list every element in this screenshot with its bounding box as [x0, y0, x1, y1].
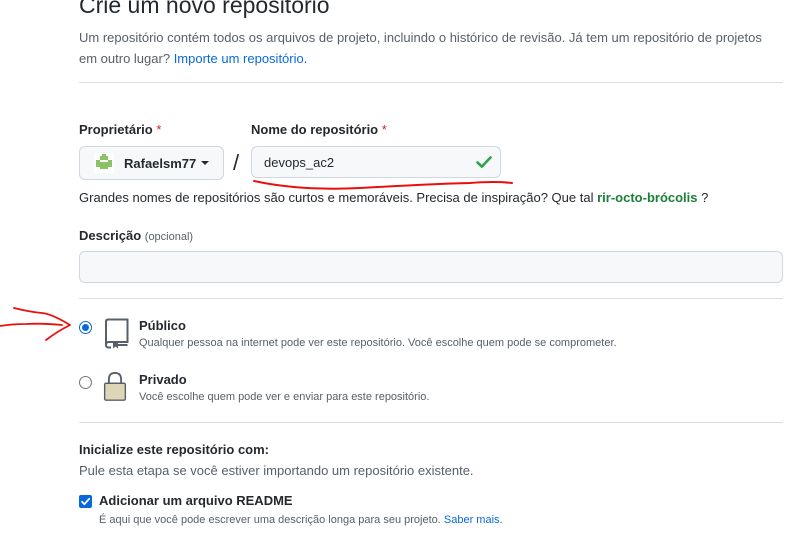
readme-description-text: É aqui que você pode escrever uma descri… [99, 514, 441, 526]
optional-tag: (opcional) [144, 231, 194, 243]
public-radio[interactable] [79, 321, 92, 334]
required-mark: * [381, 122, 387, 137]
initialize-description: Pule esta etapa se você estiver importan… [79, 463, 474, 478]
initialize-title: Inicialize este repositório com: [79, 442, 269, 457]
repo-icon [104, 318, 129, 349]
public-title: Público [139, 318, 186, 333]
red-underline-annotation [253, 180, 513, 190]
page-subtitle: Um repositório contém todos os arquivos … [79, 27, 779, 69]
checkmark-icon [81, 497, 91, 506]
red-arrow-annotation [0, 307, 71, 341]
divider [79, 422, 783, 423]
private-description: Você escolhe quem pode ver e enviar para… [139, 391, 430, 403]
owner-label-text: Proprietário [79, 122, 153, 137]
private-title: Privado [139, 372, 187, 387]
import-repository-link[interactable]: Importe um repositório. [174, 51, 308, 66]
name-suggestion[interactable]: rir-octo-brócolis [597, 190, 697, 205]
readme-label: Adicionar um arquivo README [99, 493, 293, 508]
repo-name-label-text: Nome do repositório [251, 122, 379, 137]
description-label-text: Descrição [79, 228, 142, 243]
required-mark: * [156, 122, 162, 137]
learn-more-link[interactable]: Saber mais. [444, 514, 503, 526]
owner-dropdown[interactable]: Rafaelsm77 [79, 146, 224, 180]
private-radio[interactable] [79, 376, 92, 389]
check-icon [476, 156, 492, 168]
description-label: Descrição (opcional) [79, 228, 193, 243]
hint-suffix: ? [701, 190, 709, 205]
owner-label: Proprietário * [79, 122, 161, 137]
lock-icon [103, 371, 127, 401]
repo-name-input[interactable] [251, 146, 501, 178]
description-input[interactable] [79, 251, 783, 283]
owner-repo-separator: / [233, 150, 240, 175]
readme-checkbox[interactable] [79, 495, 92, 508]
owner-name: Rafaelsm77 [124, 155, 197, 171]
divider [79, 82, 783, 83]
page-title: Crie um novo repositório [79, 0, 330, 18]
readme-description: É aqui que você pode escrever uma descri… [99, 514, 503, 526]
divider [79, 298, 783, 299]
identicon-avatar-icon [94, 153, 114, 173]
repo-name-hint: Grandes nomes de repositórios são curtos… [79, 190, 708, 205]
repo-name-label: Nome do repositório * [251, 122, 387, 137]
hint-text: Grandes nomes de repositórios são curtos… [79, 190, 594, 205]
public-description: Qualquer pessoa na internet pode ver est… [139, 337, 617, 349]
chevron-down-icon [201, 161, 210, 165]
